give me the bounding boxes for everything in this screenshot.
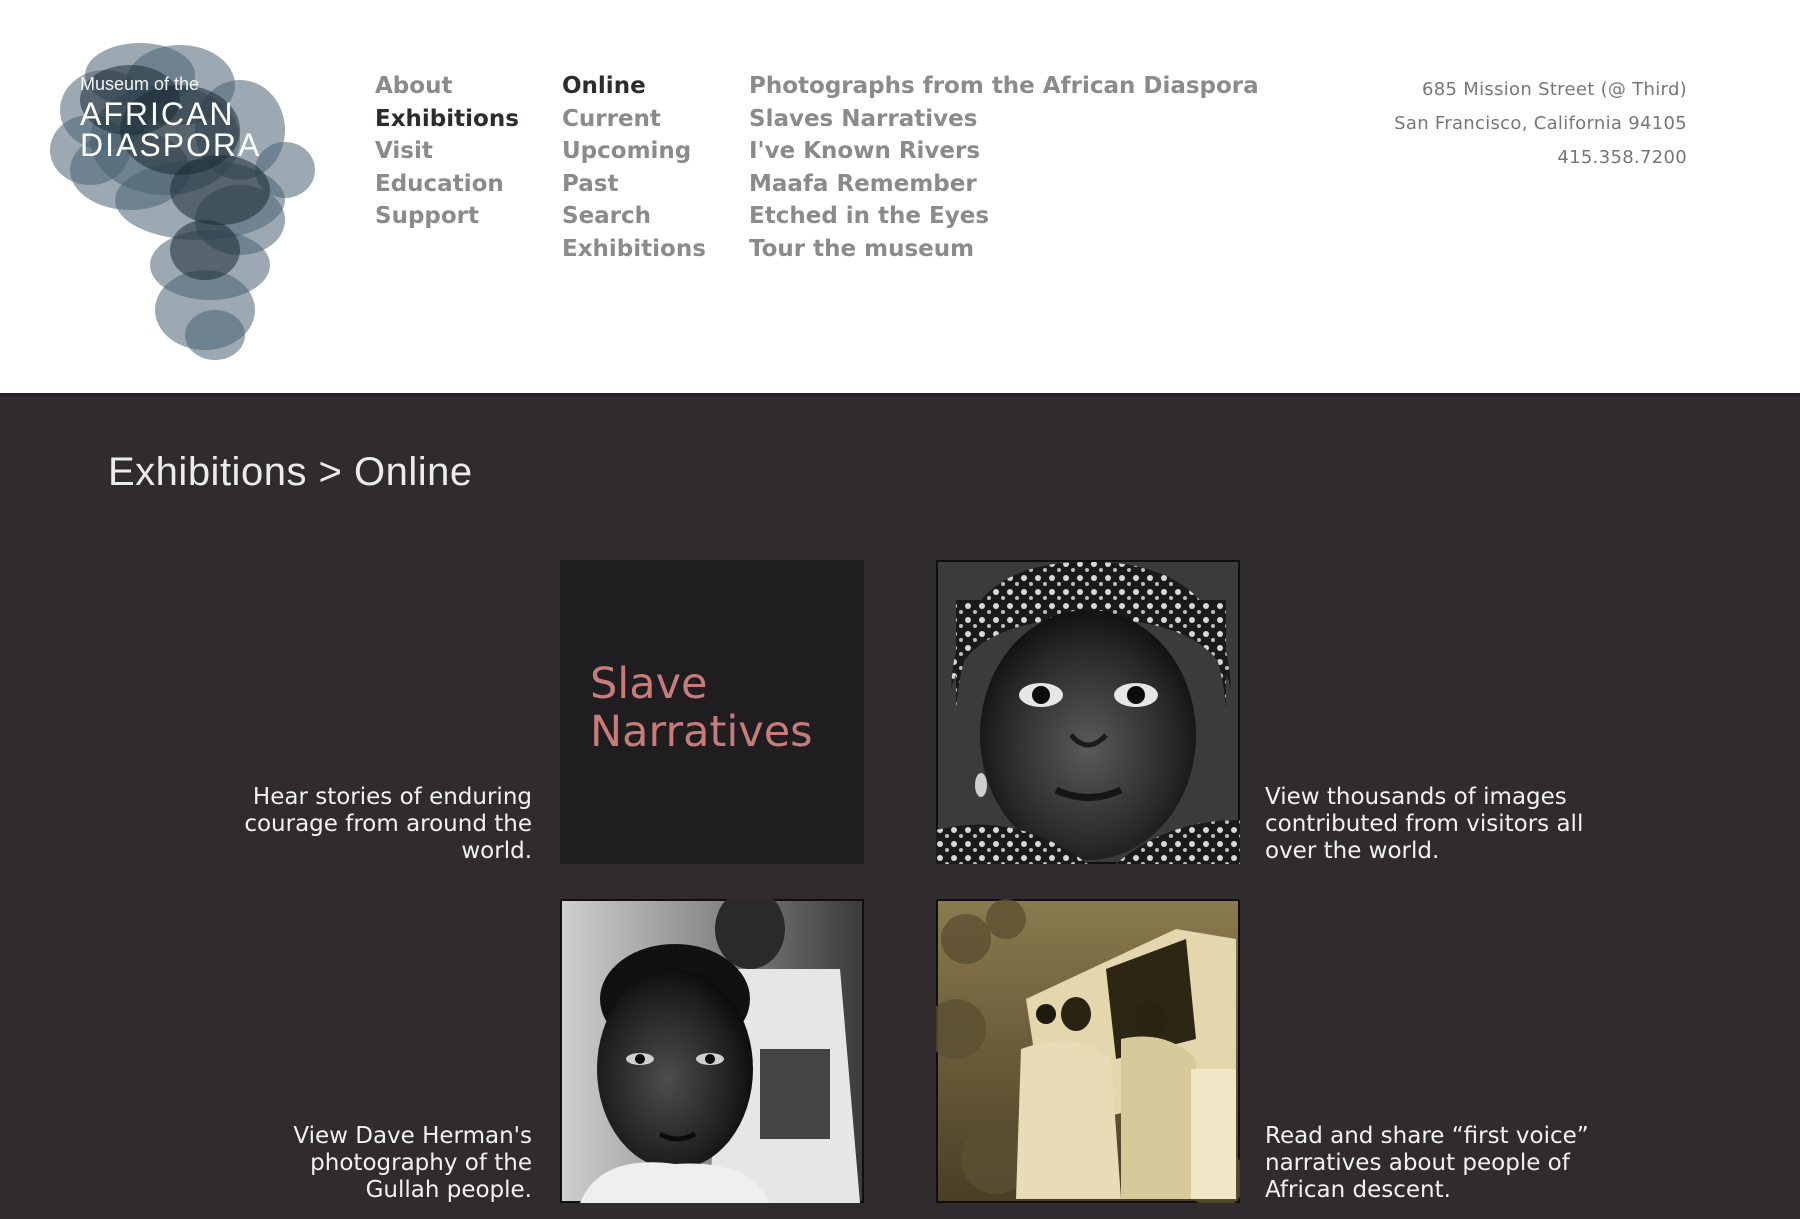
address-phone[interactable]: 415.358.7200 xyxy=(1394,141,1687,175)
nav-item-support[interactable]: Support xyxy=(375,200,519,233)
nav-item-about[interactable]: About xyxy=(375,70,519,103)
subnav-item-current[interactable]: Current xyxy=(562,103,706,136)
address-street: 685 Mission Street (@ Third) xyxy=(1421,79,1687,100)
subnav-item-upcoming[interactable]: Upcoming xyxy=(562,135,706,168)
tile-slave-narratives[interactable]: Slave Narratives xyxy=(560,560,864,864)
tile-gullah-description: View Dave Herman's photography of the Gu… xyxy=(293,1123,532,1203)
online-item-slaves-narratives[interactable]: Slaves Narratives xyxy=(749,103,1259,136)
logo-line-african: AFRICAN xyxy=(80,96,235,132)
subnav-item-search-exhibitions-line1: Search xyxy=(562,203,652,230)
subnav-item-search-exhibitions[interactable]: Search Exhibitions xyxy=(562,200,706,265)
main-content: Exhibitions > Online Slave Narratives He… xyxy=(0,393,1800,1219)
nav-item-visit[interactable]: Visit xyxy=(375,135,519,168)
portrait-boy-photo xyxy=(560,899,864,1203)
tile-gullah-photography[interactable] xyxy=(560,899,864,1203)
online-item-photographs[interactable]: Photographs from the African Diaspora xyxy=(749,70,1259,103)
online-item-known-rivers[interactable]: I've Known Rivers xyxy=(749,135,1259,168)
tile-title-line1: Slave xyxy=(590,659,708,709)
sepia-people-vehicle-photo xyxy=(936,899,1240,1203)
portrait-girl-headscarf-photo xyxy=(936,560,1240,864)
online-item-tour-museum[interactable]: Tour the museum xyxy=(749,233,1259,266)
museum-address: 685 Mission Street (@ Third) San Francis… xyxy=(1394,73,1687,175)
tile-first-voice-description: Read and share “first voice” narratives … xyxy=(1265,1123,1589,1203)
main-nav: About Exhibitions Visit Education Suppor… xyxy=(375,70,519,233)
logo-line-diaspora: DIASPORA xyxy=(80,127,262,163)
breadcrumb: Exhibitions > Online xyxy=(108,450,473,494)
address-city: San Francisco, California 94105 xyxy=(1394,113,1687,134)
nav-item-exhibitions[interactable]: Exhibitions xyxy=(375,103,519,136)
site-header: Museum of the AFRICAN DIASPORA About Exh… xyxy=(0,0,1800,393)
tile-photographs-description: View thousands of images contributed fro… xyxy=(1265,784,1584,864)
tile-first-voice[interactable] xyxy=(936,899,1240,1203)
subnav-item-search-exhibitions-line2: Exhibitions xyxy=(562,235,706,262)
tile-slave-narratives-description: Hear stories of enduring courage from ar… xyxy=(244,784,532,864)
exhibitions-subnav: Online Current Upcoming Past Search Exhib… xyxy=(562,70,706,266)
nav-item-education[interactable]: Education xyxy=(375,168,519,201)
museum-logo[interactable]: Museum of the AFRICAN DIASPORA xyxy=(30,20,340,370)
online-item-maafa-remember[interactable]: Maafa Remember xyxy=(749,168,1259,201)
subnav-item-past[interactable]: Past xyxy=(562,168,706,201)
africa-map-icon xyxy=(50,43,315,360)
subnav-item-online[interactable]: Online xyxy=(562,70,706,103)
online-exhibitions-nav: Photographs from the African Diaspora Sl… xyxy=(749,70,1259,266)
logo-text: Museum of the AFRICAN DIASPORA xyxy=(80,75,261,161)
tile-slave-narratives-title: Slave Narratives xyxy=(590,660,813,756)
logo-line-small: Museum of the xyxy=(80,74,200,94)
tile-title-line2: Narratives xyxy=(590,707,813,757)
online-item-etched-eyes[interactable]: Etched in the Eyes xyxy=(749,200,1259,233)
tile-photographs[interactable] xyxy=(936,560,1240,864)
